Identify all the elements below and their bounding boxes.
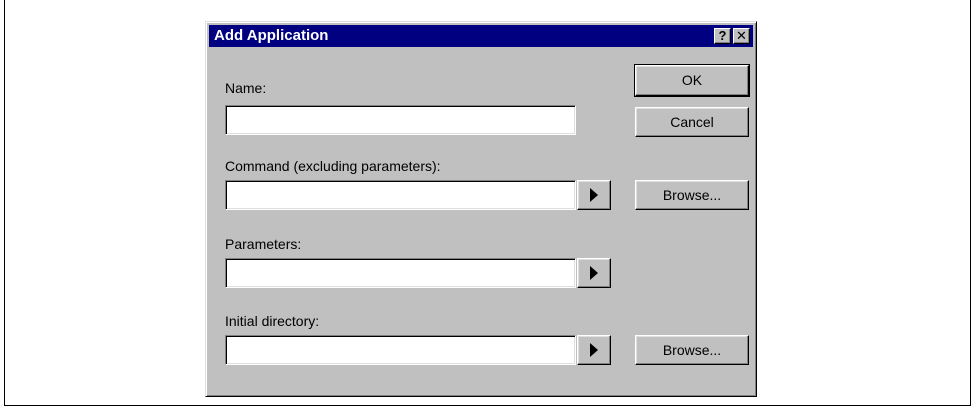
- command-arrow-button[interactable]: [577, 180, 611, 210]
- dialog-title: Add Application: [214, 27, 329, 44]
- initial-directory-input[interactable]: [225, 335, 576, 365]
- ok-button[interactable]: OK: [634, 64, 750, 97]
- right-arrow-icon: [590, 266, 598, 280]
- right-arrow-icon: [590, 343, 598, 357]
- close-icon[interactable]: ✕: [733, 28, 750, 44]
- browse-directory-button[interactable]: Browse...: [635, 335, 749, 365]
- initial-directory-arrow-button[interactable]: [577, 335, 611, 365]
- parameters-input[interactable]: [225, 258, 576, 288]
- initial-directory-label: Initial directory:: [225, 313, 320, 329]
- cancel-button[interactable]: Cancel: [635, 107, 749, 137]
- browse-command-button[interactable]: Browse...: [635, 180, 749, 210]
- name-label: Name:: [225, 80, 267, 96]
- help-icon[interactable]: ?: [714, 28, 731, 44]
- title-bar: Add Application ? ✕: [209, 25, 753, 47]
- right-arrow-icon: [590, 188, 598, 202]
- command-label: Command (excluding parameters):: [225, 158, 441, 174]
- name-input[interactable]: [225, 105, 576, 135]
- parameters-label: Parameters:: [225, 236, 302, 252]
- command-input[interactable]: [225, 180, 576, 210]
- parameters-arrow-button[interactable]: [577, 258, 611, 288]
- add-application-dialog: Add Application ? ✕ Name: Command (exclu…: [205, 21, 757, 397]
